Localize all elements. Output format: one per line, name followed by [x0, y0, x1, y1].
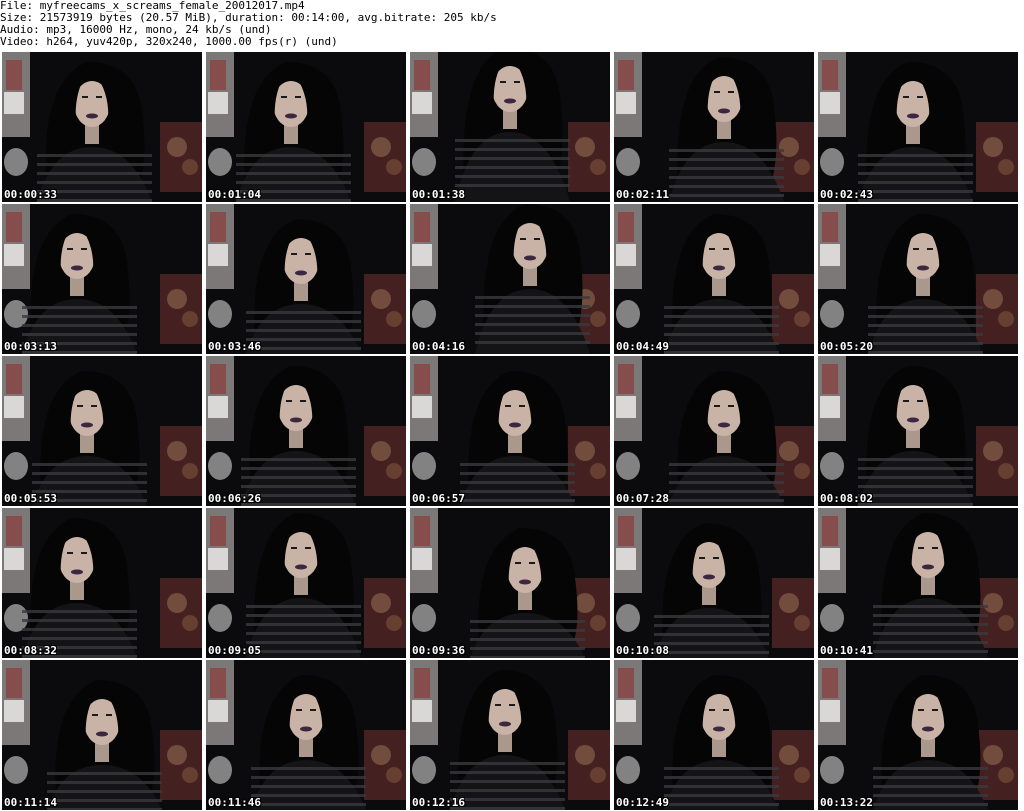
- frame-timestamp: 00:02:11: [616, 188, 669, 201]
- frame-timestamp: 00:02:43: [820, 188, 873, 201]
- frame-image: [614, 508, 814, 658]
- video-frame-thumbnail: 00:05:53: [2, 356, 202, 506]
- video-frame-thumbnail: 00:04:49: [614, 204, 814, 354]
- frame-timestamp: 00:05:53: [4, 492, 57, 505]
- video-frame-thumbnail: 00:10:41: [818, 508, 1018, 658]
- frame-timestamp: 00:12:49: [616, 796, 669, 809]
- video-frame-thumbnail: 00:12:16: [410, 660, 610, 810]
- video-frame-thumbnail: 00:12:49: [614, 660, 814, 810]
- video-frame-thumbnail: 00:06:57: [410, 356, 610, 506]
- frame-image: [614, 204, 814, 354]
- frame-timestamp: 00:13:22: [820, 796, 873, 809]
- video-frame-thumbnail: 00:01:04: [206, 52, 406, 202]
- frame-image: [818, 204, 1018, 354]
- frame-image: [410, 204, 610, 354]
- video-frame-thumbnail: 00:08:32: [2, 508, 202, 658]
- video-frame-thumbnail: 00:11:14: [2, 660, 202, 810]
- video-frame-thumbnail: 00:05:20: [818, 204, 1018, 354]
- frame-timestamp: 00:04:16: [412, 340, 465, 353]
- frame-image: [614, 356, 814, 506]
- video-frame-thumbnail: 00:03:46: [206, 204, 406, 354]
- frame-image: [2, 356, 202, 506]
- frame-image: [2, 204, 202, 354]
- frame-image: [2, 52, 202, 202]
- frame-timestamp: 00:09:36: [412, 644, 465, 657]
- video-frame-thumbnail: 00:01:38: [410, 52, 610, 202]
- frame-image: [818, 660, 1018, 810]
- frame-image: [206, 356, 406, 506]
- frame-timestamp: 00:01:04: [208, 188, 261, 201]
- frame-image: [206, 52, 406, 202]
- frame-timestamp: 00:03:46: [208, 340, 261, 353]
- frame-timestamp: 00:07:28: [616, 492, 669, 505]
- video-frame-thumbnail: 00:02:43: [818, 52, 1018, 202]
- thumbnail-grid: 00:00:33 00:01:04 00:01:38 00:02:11 00:02:43…: [0, 50, 1024, 811]
- frame-image: [818, 52, 1018, 202]
- frame-image: [410, 508, 610, 658]
- frame-timestamp: 00:11:14: [4, 796, 57, 809]
- frame-image: [206, 508, 406, 658]
- video-frame-thumbnail: 00:02:11: [614, 52, 814, 202]
- video-frame-thumbnail: 00:13:22: [818, 660, 1018, 810]
- frame-timestamp: 00:10:08: [616, 644, 669, 657]
- frame-timestamp: 00:00:33: [4, 188, 57, 201]
- frame-image: [206, 204, 406, 354]
- frame-image: [410, 660, 610, 810]
- frame-image: [410, 52, 610, 202]
- frame-image: [410, 356, 610, 506]
- video-frame-thumbnail: 00:11:46: [206, 660, 406, 810]
- info-header: File: myfreecams_x_screams_female_200120…: [0, 0, 1024, 50]
- frame-timestamp: 00:01:38: [412, 188, 465, 201]
- video-frame-thumbnail: 00:09:05: [206, 508, 406, 658]
- frame-timestamp: 00:12:16: [412, 796, 465, 809]
- video-frame-thumbnail: 00:09:36: [410, 508, 610, 658]
- video-frame-thumbnail: 00:03:13: [2, 204, 202, 354]
- frame-timestamp: 00:06:26: [208, 492, 261, 505]
- frame-image: [818, 356, 1018, 506]
- frame-image: [2, 508, 202, 658]
- frame-timestamp: 00:09:05: [208, 644, 261, 657]
- frame-image: [818, 508, 1018, 658]
- video-frame-thumbnail: 00:00:33: [2, 52, 202, 202]
- frame-image: [614, 660, 814, 810]
- frame-timestamp: 00:10:41: [820, 644, 873, 657]
- frame-timestamp: 00:04:49: [616, 340, 669, 353]
- video-frame-thumbnail: 00:04:16: [410, 204, 610, 354]
- video-frame-thumbnail: 00:10:08: [614, 508, 814, 658]
- video-frame-thumbnail: 00:06:26: [206, 356, 406, 506]
- frame-timestamp: 00:06:57: [412, 492, 465, 505]
- frame-image: [614, 52, 814, 202]
- frame-timestamp: 00:08:32: [4, 644, 57, 657]
- frame-image: [2, 660, 202, 810]
- frame-timestamp: 00:03:13: [4, 340, 57, 353]
- frame-timestamp: 00:11:46: [208, 796, 261, 809]
- frame-image: [206, 660, 406, 810]
- video-frame-thumbnail: 00:07:28: [614, 356, 814, 506]
- video-frame-thumbnail: 00:08:02: [818, 356, 1018, 506]
- video-info-text: Video: h264, yuv420p, 320x240, 1000.00 f…: [0, 35, 338, 48]
- frame-timestamp: 00:08:02: [820, 492, 873, 505]
- frame-timestamp: 00:05:20: [820, 340, 873, 353]
